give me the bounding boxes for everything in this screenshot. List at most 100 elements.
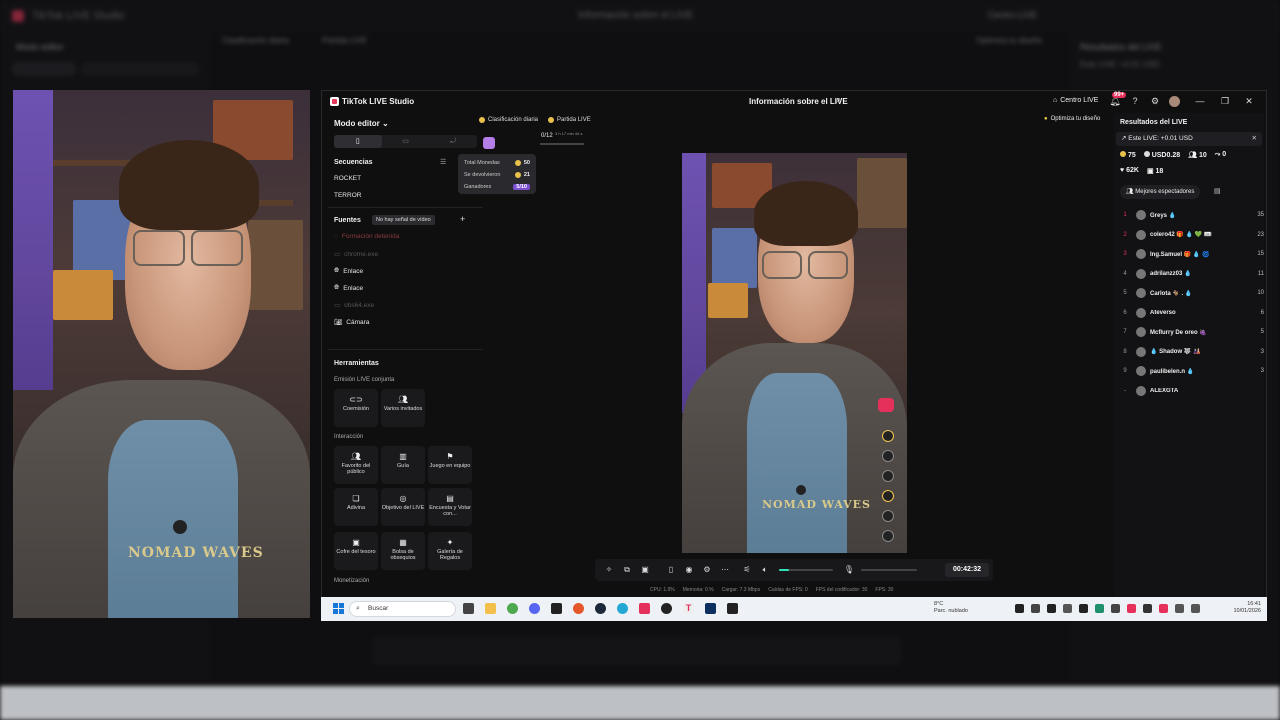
list-icon[interactable]: ▤ — [1214, 187, 1221, 195]
viewer-row[interactable]: 9 paulibelen.n 💧 3 — [1120, 365, 1264, 377]
settings-icon[interactable]: ⚙ — [1149, 95, 1161, 107]
mic-muted-icon[interactable]: 🎙︎ — [843, 564, 855, 576]
tray-icon[interactable] — [1031, 604, 1040, 613]
weather-widget[interactable]: 8°C Parc. nublado — [934, 601, 968, 615]
tool-button[interactable]: ❏ Adivina — [334, 488, 378, 526]
viewer-row[interactable]: 1 Greys 💧 35 — [1120, 209, 1264, 221]
source-item[interactable]: ◌ Formación detenida — [334, 233, 399, 240]
tray-icon[interactable] — [1063, 604, 1072, 613]
help-icon[interactable]: ? — [1129, 95, 1141, 107]
list-icon[interactable]: ☰ — [440, 158, 446, 166]
mejores-espectadores-button[interactable]: 👥︎ Mejores espectadores — [1120, 185, 1201, 199]
magic-icon[interactable]: ✧ — [603, 564, 615, 576]
rotate-mode-button[interactable]: ⤾ — [429, 135, 477, 148]
tray-icon[interactable] — [1159, 604, 1168, 613]
partida-chip[interactable]: Partida LIVE — [548, 117, 591, 123]
taskbar-clock[interactable]: 16:41 10/01/2026 — [1233, 601, 1261, 615]
viewer-row[interactable]: 4 adrilanzz03 💧 11 — [1120, 268, 1264, 280]
taskbar-search[interactable]: ⌕ Buscar — [349, 601, 456, 617]
tray-icon[interactable] — [1015, 604, 1024, 613]
mixer-icon[interactable]: ⚟ — [741, 564, 753, 576]
viewer-row[interactable]: 3 Ing.Samuel 🎁 💧 🌀 15 — [1120, 248, 1264, 260]
vertical-mode-button[interactable]: ▯ — [334, 135, 382, 148]
sequence-item[interactable]: TERROR — [334, 192, 361, 199]
obs-icon[interactable] — [551, 603, 562, 614]
volume-icon[interactable] — [1191, 604, 1200, 613]
live-info-title[interactable]: Información sobre el LIVE — [749, 97, 848, 106]
source-item[interactable]: 🌐︎ Enlace — [334, 284, 363, 292]
source-item[interactable]: ▭ obs64.exe — [334, 301, 374, 310]
app-icon[interactable] — [661, 603, 672, 614]
sequence-item[interactable]: ROCKET — [334, 175, 361, 182]
phone-icon[interactable]: ▯ — [665, 564, 677, 576]
file-explorer-icon[interactable] — [485, 603, 496, 614]
viewer-row[interactable]: 2 colero42 🎁 💧 💚 🎟 23 — [1120, 229, 1264, 241]
varios-invitados-button[interactable]: 👥︎ Varios invitados — [381, 389, 425, 427]
close-icon[interactable]: ✕ — [1243, 95, 1255, 107]
clasificacion-chip[interactable]: Clasificación diaria — [479, 117, 538, 123]
tray-icon[interactable] — [1079, 604, 1088, 613]
tray-icon[interactable] — [1095, 604, 1104, 613]
centro-live-button[interactable]: ⌂ Centro LIVE — [1053, 97, 1098, 104]
tool-label: Bolsa de obsequios — [390, 549, 416, 561]
viewer-row[interactable]: 5 Carlota 🐐 . 💧 10 — [1120, 287, 1264, 299]
modo-editor-dropdown[interactable]: Modo editor ⌄ — [334, 119, 389, 128]
tool-button[interactable]: ▣ Cofre del tesoro — [334, 532, 378, 570]
maximize-icon[interactable]: ❐ — [1219, 95, 1231, 107]
tool-button[interactable]: 👥︎ Favorito del público — [334, 446, 378, 484]
more-icon[interactable]: ⋯ — [719, 564, 731, 576]
wifi-icon[interactable] — [1175, 604, 1184, 613]
minimize-icon[interactable]: — — [1194, 95, 1206, 107]
question-icon: ❏ — [352, 494, 360, 503]
mic-slider[interactable] — [861, 569, 917, 571]
treasure-icon[interactable] — [483, 137, 495, 149]
tray-icon[interactable] — [1111, 604, 1120, 613]
optimiza-button[interactable]: ● Optimiza tu diseño — [1044, 116, 1100, 122]
close-icon[interactable]: ✕ — [1252, 132, 1257, 146]
layers-icon[interactable]: ⧉ — [621, 564, 633, 576]
steam-icon[interactable] — [595, 603, 606, 614]
tray-icon[interactable] — [1127, 604, 1136, 613]
text-app-icon[interactable]: T — [683, 603, 694, 614]
user-avatar[interactable] — [1169, 96, 1180, 107]
source-item[interactable]: ▭ chrome.exe — [334, 250, 378, 259]
tool-button[interactable]: ▤ Encuesta y Votar con... — [428, 488, 472, 526]
share-icon[interactable]: ⇗ — [834, 96, 841, 105]
task-view-icon[interactable] — [463, 603, 474, 614]
este-live-bar[interactable]: ↗ Este LIVE: +0.01 USD ✕ — [1116, 132, 1262, 146]
tiktok-studio-icon[interactable] — [639, 603, 650, 614]
viewer-row[interactable]: 8 💧 Shadow 🐺 🎎 3 — [1120, 346, 1264, 358]
source-item[interactable]: 🌐︎ Enlace — [334, 267, 363, 275]
tray-icon[interactable] — [1143, 604, 1152, 613]
viewer-row[interactable]: 7 Mcflurry De oreo 🍇 5 — [1120, 326, 1264, 338]
viewer-row[interactable]: 6 Ateverso 6 — [1120, 307, 1264, 319]
stat-value: 10 — [1198, 152, 1207, 159]
tool-button[interactable]: ⚑ Juego en equipo — [428, 446, 472, 484]
viewer-row[interactable]: - ALEXGTA — [1120, 385, 1264, 397]
add-source-icon[interactable]: + — [460, 214, 465, 224]
chrome-icon[interactable] — [507, 603, 518, 614]
record-icon[interactable]: ◉ — [683, 564, 695, 576]
tiktok-live-studio-window: TikTok LIVE Studio Información sobre el … — [321, 90, 1267, 621]
tool-button[interactable]: ✦ Galería de Regalos — [428, 532, 472, 570]
windows-start-icon[interactable] — [333, 603, 344, 614]
firefox-icon[interactable] — [573, 603, 584, 614]
viewer-avatar — [1136, 327, 1146, 337]
horizontal-mode-button[interactable]: ▭ — [382, 135, 430, 148]
tool-label: Encuesta y Votar con... — [429, 505, 471, 517]
coemision-button[interactable]: ⊂⊃ Coemisión — [334, 389, 378, 427]
volume-icon[interactable]: 🔈︎ — [759, 564, 771, 576]
source-item[interactable]: 📷︎ Cámara — [334, 318, 369, 327]
telegram-icon[interactable] — [617, 603, 628, 614]
tray-icon[interactable] — [1047, 604, 1056, 613]
tool-button[interactable]: ◎ Objetivo del LIVE — [381, 488, 425, 526]
photoshop-icon[interactable] — [705, 603, 716, 614]
settings-icon[interactable]: ⚙ — [701, 564, 713, 576]
volume-slider[interactable] — [779, 569, 833, 571]
tool-button[interactable]: ▥ Guía — [381, 446, 425, 484]
screen-icon[interactable]: ▣ — [639, 564, 651, 576]
capcut-icon[interactable] — [727, 603, 738, 614]
discord-icon[interactable] — [529, 603, 540, 614]
stat-value: 62K — [1126, 167, 1139, 174]
tool-button[interactable]: ▦ Bolsa de obsequios — [381, 532, 425, 570]
